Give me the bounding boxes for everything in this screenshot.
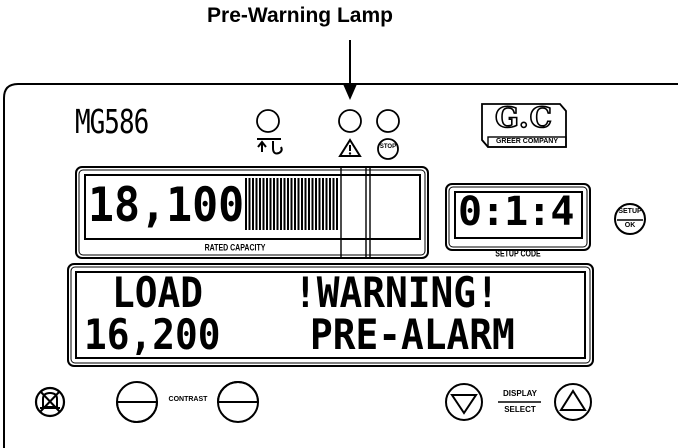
bargraph-segment <box>301 178 303 230</box>
display-select-bottom-label: SELECT <box>504 405 536 414</box>
contrast-label: CONTRAST <box>168 396 208 403</box>
bargraph-segment <box>276 178 279 230</box>
bargraph-segment <box>283 178 286 230</box>
capacity-caption: RATED CAPACITY <box>204 244 266 254</box>
bargraph-segment <box>297 178 300 230</box>
bargraph-segment <box>266 178 268 230</box>
bargraph-segment <box>322 178 324 230</box>
bargraph-segment <box>318 178 321 230</box>
bargraph-segment <box>308 178 310 230</box>
lamp-overload <box>256 109 280 133</box>
lamp-stop <box>376 109 400 133</box>
bargraph-segment <box>336 178 338 230</box>
brand-name: GREER COMPANY <box>495 138 559 145</box>
main-line1-right: !WARNING! <box>294 268 499 317</box>
bargraph-segment <box>315 178 317 230</box>
bargraph-segment <box>255 178 258 230</box>
bargraph-segment <box>262 178 265 230</box>
stop-label: STOP <box>379 144 397 150</box>
setup-code-caption: SETUP CODE <box>495 250 541 260</box>
model-number: MG586 <box>75 104 149 142</box>
bargraph-segment <box>273 178 275 230</box>
bargraph-segment <box>332 178 335 230</box>
hook-overload-icon <box>257 138 283 155</box>
main-line2-left: 16,200 <box>84 310 221 359</box>
bargraph-segment <box>311 178 314 230</box>
main-line1-left: LOAD <box>112 268 204 317</box>
bargraph-segment <box>329 178 331 230</box>
select-up-button[interactable] <box>554 383 592 421</box>
setup-code-value: 0:1:4 <box>458 189 574 235</box>
bargraph-segment <box>294 178 296 230</box>
bargraph-segment <box>325 178 328 230</box>
bargraph-segment <box>252 178 254 230</box>
bargraph-segment <box>259 178 261 230</box>
mute-bell-icon <box>39 390 61 413</box>
bargraph-segment <box>245 178 247 230</box>
capacity-bargraph <box>245 178 338 230</box>
main-line2-right: PRE-ALARM <box>310 310 515 359</box>
lamp-prewarning <box>338 109 362 133</box>
brand-logo: G.C <box>494 101 553 134</box>
bargraph-segment <box>290 178 293 230</box>
bargraph-segment <box>280 178 282 230</box>
bargraph-segment <box>287 178 289 230</box>
bargraph-segment <box>269 178 272 230</box>
contrast-down-button[interactable] <box>115 381 159 423</box>
bargraph-segment <box>304 178 307 230</box>
callout-arrow <box>343 40 357 100</box>
setup-button-bottom-label: OK <box>624 222 636 229</box>
setup-button-top-label: SETUP <box>618 208 642 215</box>
warning-triangle-icon <box>338 138 362 157</box>
panel-diagram: Pre-Warning Lamp MG586 STOP G.C GREER CO… <box>0 0 678 448</box>
contrast-up-button[interactable] <box>216 381 260 423</box>
bargraph-segment <box>248 178 251 230</box>
select-down-button[interactable] <box>445 383 483 421</box>
display-select-top-label: DISPLAY <box>503 389 537 398</box>
capacity-value: 18,100 <box>88 178 245 233</box>
